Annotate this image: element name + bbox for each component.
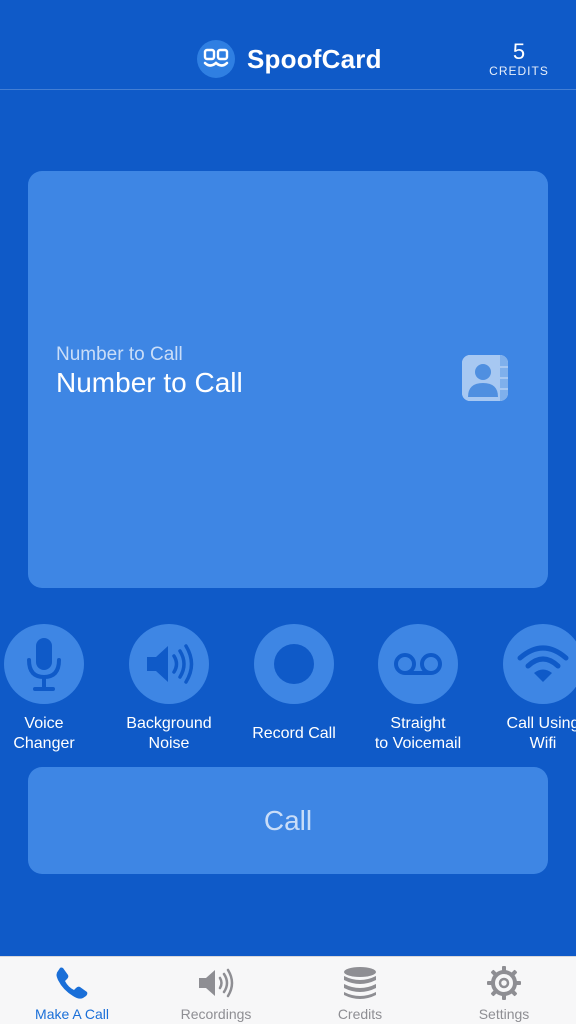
- tab-bar: Make A Call Recordings Credits Settings: [0, 956, 576, 1024]
- credits-label: CREDITS: [489, 64, 549, 78]
- coins-icon: [342, 965, 378, 1001]
- tab-credits[interactable]: Credits: [288, 957, 432, 1024]
- option-background-noise[interactable]: Background Noise: [109, 624, 229, 754]
- tab-label: Settings: [478, 1006, 530, 1022]
- option-circle[interactable]: [503, 624, 576, 704]
- record-icon: [274, 644, 314, 684]
- option-circle[interactable]: [254, 624, 334, 704]
- speaker-icon: [198, 965, 234, 1001]
- phone-icon: [54, 965, 90, 1001]
- contacts-book-icon[interactable]: [462, 355, 508, 401]
- call-button[interactable]: Call: [28, 767, 548, 874]
- microphone-icon: [27, 638, 61, 691]
- option-label: Straight to Voicemail: [374, 715, 462, 752]
- gear-icon: [486, 965, 522, 1001]
- speaker-icon: [147, 644, 194, 684]
- brand-name: SpoofCard: [247, 43, 382, 74]
- tab-label: Recordings: [180, 1006, 252, 1022]
- credits-counter[interactable]: 5 CREDITS: [488, 39, 550, 79]
- option-label: Voice Changer: [13, 715, 75, 752]
- option-circle[interactable]: [4, 624, 84, 704]
- tab-settings[interactable]: Settings: [432, 957, 576, 1024]
- number-to-call-card[interactable]: Number to Call: [28, 171, 548, 588]
- spoofcard-logo-icon: [197, 40, 235, 78]
- credits-count: 5: [512, 39, 526, 64]
- option-circle[interactable]: [378, 624, 458, 704]
- app-header: SpoofCard 5 CREDITS: [0, 0, 576, 90]
- option-voice-changer[interactable]: Voice Changer: [0, 624, 104, 754]
- tab-recordings[interactable]: Recordings: [144, 957, 288, 1024]
- option-label: Call Using Wifi: [506, 715, 576, 752]
- tab-label: Credits: [337, 1006, 383, 1022]
- option-label: Record Call: [252, 725, 336, 742]
- number-field-label: Number to Call: [56, 344, 183, 365]
- option-label: Background Noise: [126, 715, 212, 752]
- wifi-icon: [517, 645, 569, 682]
- tab-make-a-call[interactable]: Make A Call: [0, 957, 144, 1024]
- number-to-call-input[interactable]: [56, 367, 446, 399]
- voicemail-icon: [394, 653, 442, 675]
- tab-label: Make A Call: [35, 1006, 109, 1022]
- option-circle[interactable]: [129, 624, 209, 704]
- option-record-call[interactable]: Record Call: [234, 624, 354, 754]
- option-straight-to-voicemail[interactable]: Straight to Voicemail: [358, 624, 478, 754]
- call-options-row: Voice Changer Background Noise Record Ca…: [0, 624, 576, 754]
- brand: SpoofCard: [197, 40, 382, 78]
- option-call-using-wifi[interactable]: Call Using Wifi: [483, 624, 576, 754]
